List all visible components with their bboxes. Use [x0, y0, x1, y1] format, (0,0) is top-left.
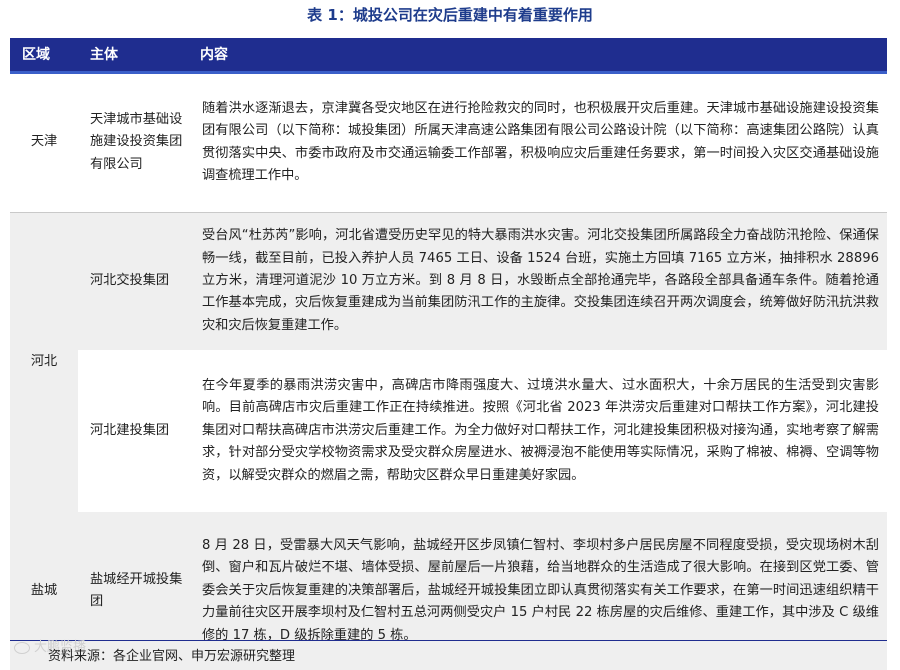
header-region: 区域 — [10, 38, 78, 74]
content-cell: 受台风“杜苏芮”影响，河北省遭受历史罕见的特大暴雨洪水灾害。河北交投集团所属路段… — [188, 212, 887, 350]
table-row: 河北 河北交投集团 受台风“杜苏芮”影响，河北省遭受历史罕见的特大暴雨洪水灾害。… — [10, 212, 887, 512]
content-cell: 在今年夏季的暴雨洪涝灾害中，高碑店市降雨强度大、过境洪水量大、过水面积大，十余万… — [188, 350, 887, 512]
table-header-row: 区域 主体 内容 — [10, 38, 887, 74]
watermark-logo-icon — [14, 642, 30, 654]
footer: 大鹏监播 资料来源：各企业官网、申万宏源研究整理 — [0, 636, 900, 668]
region-cell: 天津 — [10, 72, 78, 213]
footer-divider — [10, 640, 887, 641]
header-entity: 主体 — [78, 38, 188, 74]
content-cell: 随着洪水逐渐退去，京津冀各受灾地区在进行抢险救灾的同时，也积极展开灾后重建。天津… — [188, 72, 887, 213]
data-table: 区域 主体 内容 天津 天津城市基础设施建设投资集团有限公司 随着洪水逐渐退去，… — [10, 38, 887, 670]
region-cell: 河北 — [10, 212, 78, 512]
entity-cell: 河北建投集团 — [78, 350, 188, 512]
header-content: 内容 — [188, 38, 887, 74]
entity-cell: 河北交投集团 — [78, 212, 188, 350]
source-note: 资料来源：各企业官网、申万宏源研究整理 — [48, 649, 296, 664]
entity-cell: 天津城市基础设施建设投资集团有限公司 — [78, 72, 188, 213]
table-row: 河北建投集团 在今年夏季的暴雨洪涝灾害中，高碑店市降雨强度大、过境洪水量大、过水… — [10, 350, 887, 512]
table-title: 表 1：城投公司在灾后重建中有着重要作用 — [307, 6, 593, 24]
table-row: 天津 天津城市基础设施建设投资集团有限公司 随着洪水逐渐退去，京津冀各受灾地区在… — [10, 72, 887, 213]
